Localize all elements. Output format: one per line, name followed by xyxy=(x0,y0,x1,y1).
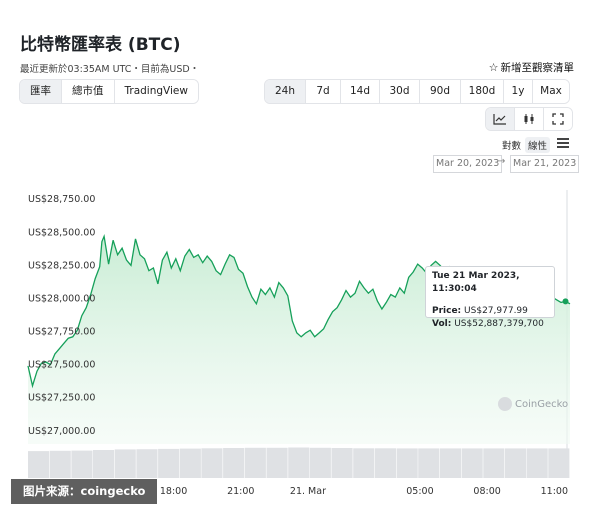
volume-bar xyxy=(179,448,201,478)
x-tick-label: 05:00 xyxy=(406,486,433,497)
x-tick-label: 18:00 xyxy=(160,486,187,497)
x-tick-label: 11:00 xyxy=(541,486,568,497)
y-tick-label: US$27,250.00 xyxy=(28,393,95,404)
highlight-point xyxy=(562,298,569,305)
y-tick-label: US$28,500.00 xyxy=(28,227,95,238)
volume-bar xyxy=(526,448,548,478)
volume-bar xyxy=(439,448,461,478)
coingecko-icon xyxy=(498,397,512,411)
y-tick-label: US$27,750.00 xyxy=(28,327,95,338)
volume-bar xyxy=(223,448,245,478)
tooltip-price: Price: US$27,977.99 xyxy=(432,306,528,316)
volume-bar xyxy=(158,448,180,478)
tooltip-volume: Vol: US$52,887,379,700 xyxy=(432,319,544,329)
volume-bar xyxy=(483,448,505,478)
volume-bar xyxy=(418,448,440,478)
volume-bar xyxy=(353,448,375,478)
image-credit: 图片来源：coingecko xyxy=(11,479,158,504)
y-tick-label: US$28,000.00 xyxy=(28,293,95,304)
tooltip-date: Tue 21 Mar 2023, 11:30:04 xyxy=(432,271,520,294)
x-tick-label: 08:00 xyxy=(473,486,500,497)
volume-bar xyxy=(331,448,353,478)
volume-bar xyxy=(114,449,136,478)
x-tick-label: 21. Mar xyxy=(290,486,326,497)
volume-bar xyxy=(71,450,93,478)
volume-bar xyxy=(374,448,396,478)
volume-bar xyxy=(93,450,115,478)
volume-bar xyxy=(548,448,570,478)
y-tick-label: US$28,750.00 xyxy=(28,194,95,205)
volume-bar xyxy=(288,447,310,478)
volume-bar xyxy=(266,447,288,478)
x-tick-label: 21:00 xyxy=(227,486,254,497)
volume-bar xyxy=(505,448,527,478)
y-tick-label: US$27,500.00 xyxy=(28,360,95,371)
y-tick-label: US$28,250.00 xyxy=(28,260,95,271)
volume-bar xyxy=(244,447,266,478)
volume-bar xyxy=(461,448,483,478)
coingecko-logo: CoinGecko xyxy=(498,397,568,411)
x-axis-labels: 18:00 21:00 21. Mar 05:00 08:00 11:00 xyxy=(160,486,568,497)
price-tooltip: Tue 21 Mar 2023, 11:30:04 Price: US$27,9… xyxy=(425,266,555,329)
volume-bar xyxy=(309,447,331,478)
y-tick-label: US$27,000.00 xyxy=(28,426,95,437)
volume-bar xyxy=(201,448,223,478)
volume-bar xyxy=(49,450,71,478)
volume-bar xyxy=(28,451,50,478)
volume-bars xyxy=(28,447,570,478)
price-chart[interactable]: US$27,000.00 US$27,250.00 US$27,500.00 US$2… xyxy=(0,0,600,513)
volume-bar xyxy=(396,448,418,478)
volume-bar xyxy=(136,449,158,478)
